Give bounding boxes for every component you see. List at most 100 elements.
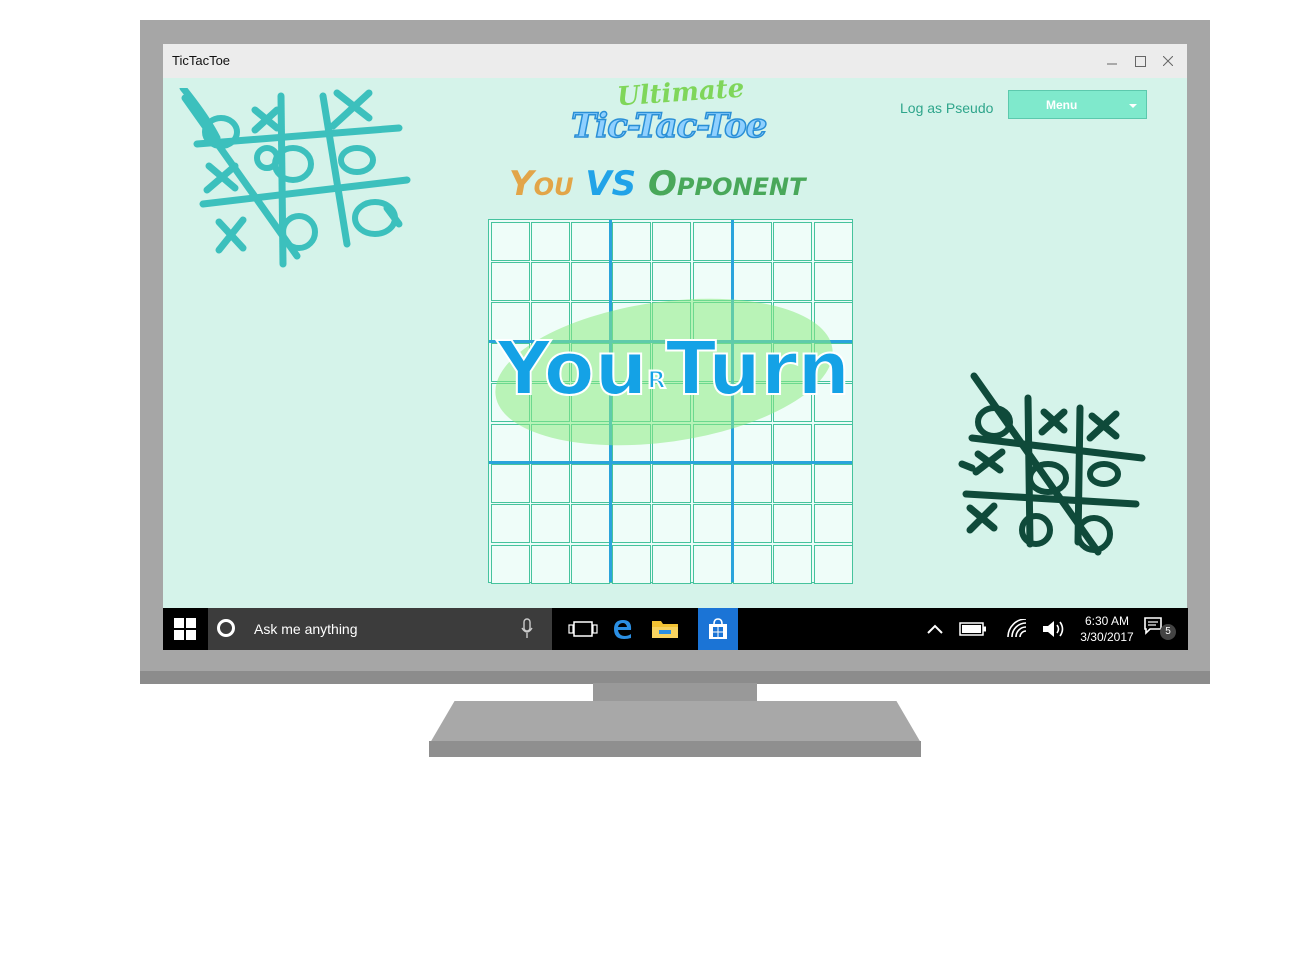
maximize-icon <box>1134 55 1146 67</box>
board-cell[interactable] <box>773 544 813 584</box>
store-button[interactable] <box>698 608 738 650</box>
network-button[interactable] <box>997 608 1037 650</box>
battery-button[interactable] <box>953 608 993 650</box>
board-cell[interactable] <box>611 261 651 301</box>
close-icon <box>1163 56 1173 66</box>
board-cell[interactable] <box>571 261 611 301</box>
cortana-icon <box>217 619 235 637</box>
board-cell[interactable] <box>692 504 732 544</box>
menu-dropdown[interactable]: Menu <box>1008 90 1147 119</box>
board-cell[interactable] <box>652 261 692 301</box>
board-cell[interactable] <box>773 261 813 301</box>
board-cell[interactable] <box>732 261 772 301</box>
board-cell[interactable] <box>732 221 772 261</box>
microphone-icon[interactable] <box>521 618 533 640</box>
board-cell[interactable] <box>732 504 772 544</box>
board-cell[interactable] <box>692 544 732 584</box>
search-box[interactable]: Ask me anything <box>208 608 552 650</box>
board-cell[interactable] <box>652 504 692 544</box>
chevron-up-icon <box>927 624 943 634</box>
board-cell[interactable] <box>813 463 853 503</box>
monitor-stand-lip <box>429 741 921 757</box>
windows-logo-icon <box>174 618 196 640</box>
board-cell[interactable] <box>773 504 813 544</box>
board-cell[interactable] <box>773 221 813 261</box>
board-cell[interactable] <box>530 463 570 503</box>
board-cell[interactable] <box>813 423 853 463</box>
board-cell[interactable] <box>611 504 651 544</box>
board-cell[interactable] <box>571 221 611 261</box>
title-bar: TicTacToe <box>163 44 1187 78</box>
versus-label: VS <box>585 164 637 204</box>
file-explorer-button[interactable] <box>645 608 685 650</box>
wifi-icon <box>1007 619 1027 638</box>
board-cell[interactable] <box>490 504 530 544</box>
folder-icon <box>652 621 678 638</box>
login-link[interactable]: Log as Pseudo <box>900 100 993 116</box>
board-cell[interactable] <box>490 463 530 503</box>
player-label: You <box>509 164 574 204</box>
speaker-icon <box>1043 621 1064 637</box>
board-cell[interactable] <box>773 423 813 463</box>
show-hidden-icons-button[interactable] <box>915 608 955 650</box>
turn-suffix: Turn <box>665 325 851 413</box>
monitor-stand <box>430 701 921 743</box>
board-cell[interactable] <box>732 544 772 584</box>
board-cell[interactable] <box>490 261 530 301</box>
turn-indicator: YouRTurn <box>496 325 851 413</box>
board-cell[interactable] <box>652 221 692 261</box>
board-cell[interactable] <box>490 544 530 584</box>
board-cell[interactable] <box>652 544 692 584</box>
battery-icon <box>959 622 986 636</box>
chevron-down-icon <box>1129 104 1137 108</box>
board-cell[interactable] <box>773 463 813 503</box>
board-cell[interactable] <box>530 504 570 544</box>
matchup-banner: You VS Opponent <box>509 164 805 204</box>
game-board: YouRTurn <box>485 219 853 584</box>
board-cell[interactable] <box>530 261 570 301</box>
board-cell[interactable] <box>813 261 853 301</box>
maximize-button[interactable] <box>1128 50 1152 72</box>
edge-icon <box>614 620 632 639</box>
board-cell[interactable] <box>692 261 732 301</box>
board-cell[interactable] <box>813 504 853 544</box>
close-button[interactable] <box>1156 50 1180 72</box>
board-cell[interactable] <box>611 463 651 503</box>
volume-button[interactable] <box>1033 608 1073 650</box>
clock-time: 6:30 AM <box>1084 614 1130 628</box>
app-window: TicTacToe Log as Pseudo Menu Ultimate Ti… <box>163 44 1187 608</box>
board-cell[interactable] <box>732 463 772 503</box>
board-divider-h2 <box>489 461 852 464</box>
board-cell[interactable] <box>571 463 611 503</box>
board-cell[interactable] <box>611 221 651 261</box>
board-cell[interactable] <box>530 544 570 584</box>
board-cell[interactable] <box>490 423 530 463</box>
board-cell[interactable] <box>732 423 772 463</box>
window-title: TicTacToe <box>172 53 231 68</box>
board-cell[interactable] <box>490 221 530 261</box>
board-cell[interactable] <box>813 544 853 584</box>
board-cell[interactable] <box>611 544 651 584</box>
board-cell[interactable] <box>571 504 611 544</box>
board-cell[interactable] <box>692 463 732 503</box>
menu-label: Menu <box>1046 98 1078 112</box>
system-clock[interactable]: 6:30 AM 3/30/2017 <box>1069 613 1145 645</box>
board-cell[interactable] <box>692 221 732 261</box>
turn-r: R <box>646 365 667 395</box>
minimize-button[interactable] <box>1100 50 1124 72</box>
minimize-icon <box>1107 63 1117 65</box>
notification-count-badge: 5 <box>1160 624 1176 640</box>
task-view-button[interactable] <box>563 608 603 650</box>
edge-browser-button[interactable] <box>603 608 643 650</box>
tictactoe-sketch-dark-icon <box>958 372 1146 556</box>
board-cell[interactable] <box>571 544 611 584</box>
opponent-label: Opponent <box>648 164 806 204</box>
board-cell[interactable] <box>530 221 570 261</box>
taskbar: Ask me anything 6:30 AM 3/30/2017 5 <box>163 608 1188 650</box>
store-bag-icon <box>709 618 727 639</box>
start-button[interactable] <box>163 608 207 650</box>
tictactoe-sketch-icon <box>179 88 411 268</box>
board-cell[interactable] <box>652 463 692 503</box>
logo-title: Tic-Tac-Toe <box>570 105 768 147</box>
board-cell[interactable] <box>813 221 853 261</box>
